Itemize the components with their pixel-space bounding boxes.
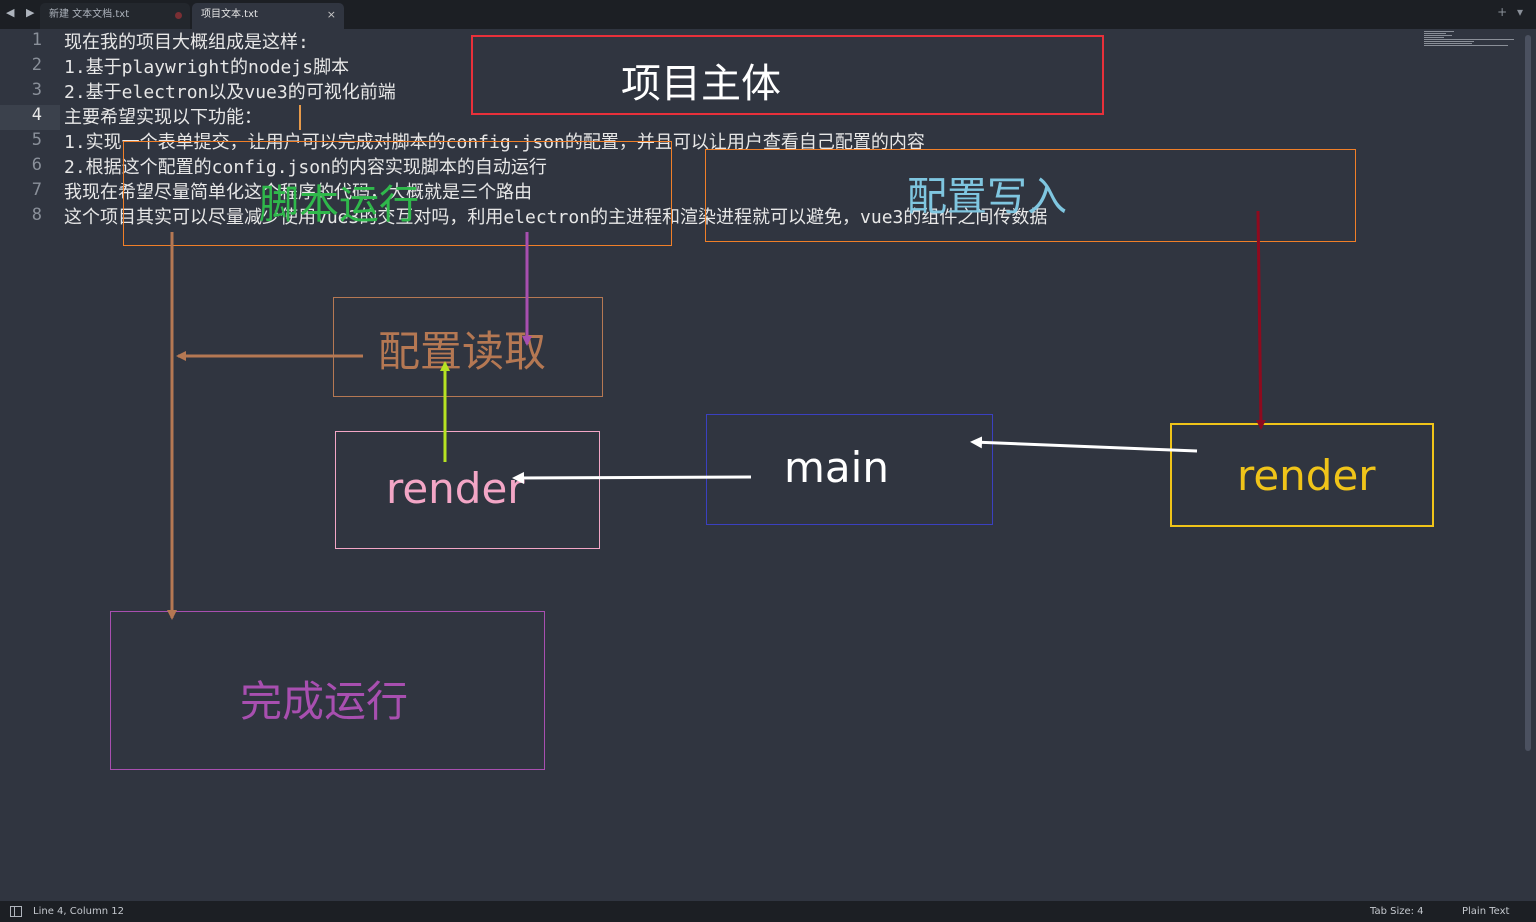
code-line[interactable]: 2.基于electron以及vue3的可视化前端 <box>64 80 396 105</box>
line-number: 1 <box>31 30 42 50</box>
tab-size[interactable]: Tab Size: 4 <box>1370 901 1424 922</box>
text-caret <box>299 105 301 130</box>
line-number: 3 <box>31 80 42 100</box>
syntax-mode[interactable]: Plain Text <box>1462 901 1509 922</box>
line-number: 2 <box>31 55 42 75</box>
tab-nav-arrows[interactable]: ◀ ▶ <box>6 6 38 19</box>
unsaved-dot-icon[interactable] <box>175 12 182 19</box>
line-number-gutter: 1 2 3 4 5 6 7 8 <box>0 29 58 901</box>
line-number: 6 <box>31 155 42 175</box>
tab-label: 新建 文本文档.txt <box>49 9 130 20</box>
line-number: 5 <box>31 130 42 150</box>
code-line[interactable]: 1.实现一个表单提交，让用户可以完成对脚本的config.json的配置，并且可… <box>64 130 925 155</box>
tab-bar: ◀ ▶ 新建 文本文档.txt 项目文本.txt × + ▾ <box>0 0 1536 29</box>
status-bar: Line 4, Column 12 Tab Size: 4 Plain Text <box>0 901 1536 922</box>
code-line[interactable]: 1.基于playwright的nodejs脚本 <box>64 55 349 80</box>
vertical-scrollbar[interactable] <box>1525 35 1531 751</box>
line-number: 7 <box>31 180 42 200</box>
new-tab-and-menu-icon[interactable]: + ▾ <box>1497 5 1526 19</box>
tab-label: 项目文本.txt <box>201 9 258 20</box>
close-icon[interactable]: × <box>327 3 336 27</box>
code-line[interactable]: 我现在希望尽量简单化这个程序的代码，大概就是三个路由 <box>64 180 532 205</box>
cursor-position[interactable]: Line 4, Column 12 <box>33 901 124 922</box>
side-panel-icon[interactable] <box>10 906 22 917</box>
line-number: 4 <box>31 105 42 125</box>
editor-area[interactable]: 1 2 3 4 5 6 7 8 现在我的项目大概组成是这样: 1.基于playw… <box>0 29 1536 901</box>
code-line[interactable]: 现在我的项目大概组成是这样: <box>64 30 309 55</box>
tab-project-text[interactable]: 项目文本.txt × <box>192 3 344 29</box>
minimap[interactable] <box>1424 31 1514 47</box>
code-line[interactable]: 这个项目其实可以尽量减少使用vue3的交互对吗，利用electron的主进程和渲… <box>64 205 1047 230</box>
tab-new-text-document[interactable]: 新建 文本文档.txt <box>40 3 190 29</box>
code-line[interactable]: 2.根据这个配置的config.json的内容实现脚本的自动运行 <box>64 155 547 180</box>
code-line[interactable]: 主要希望实现以下功能： <box>64 105 262 130</box>
line-number: 8 <box>31 205 42 225</box>
